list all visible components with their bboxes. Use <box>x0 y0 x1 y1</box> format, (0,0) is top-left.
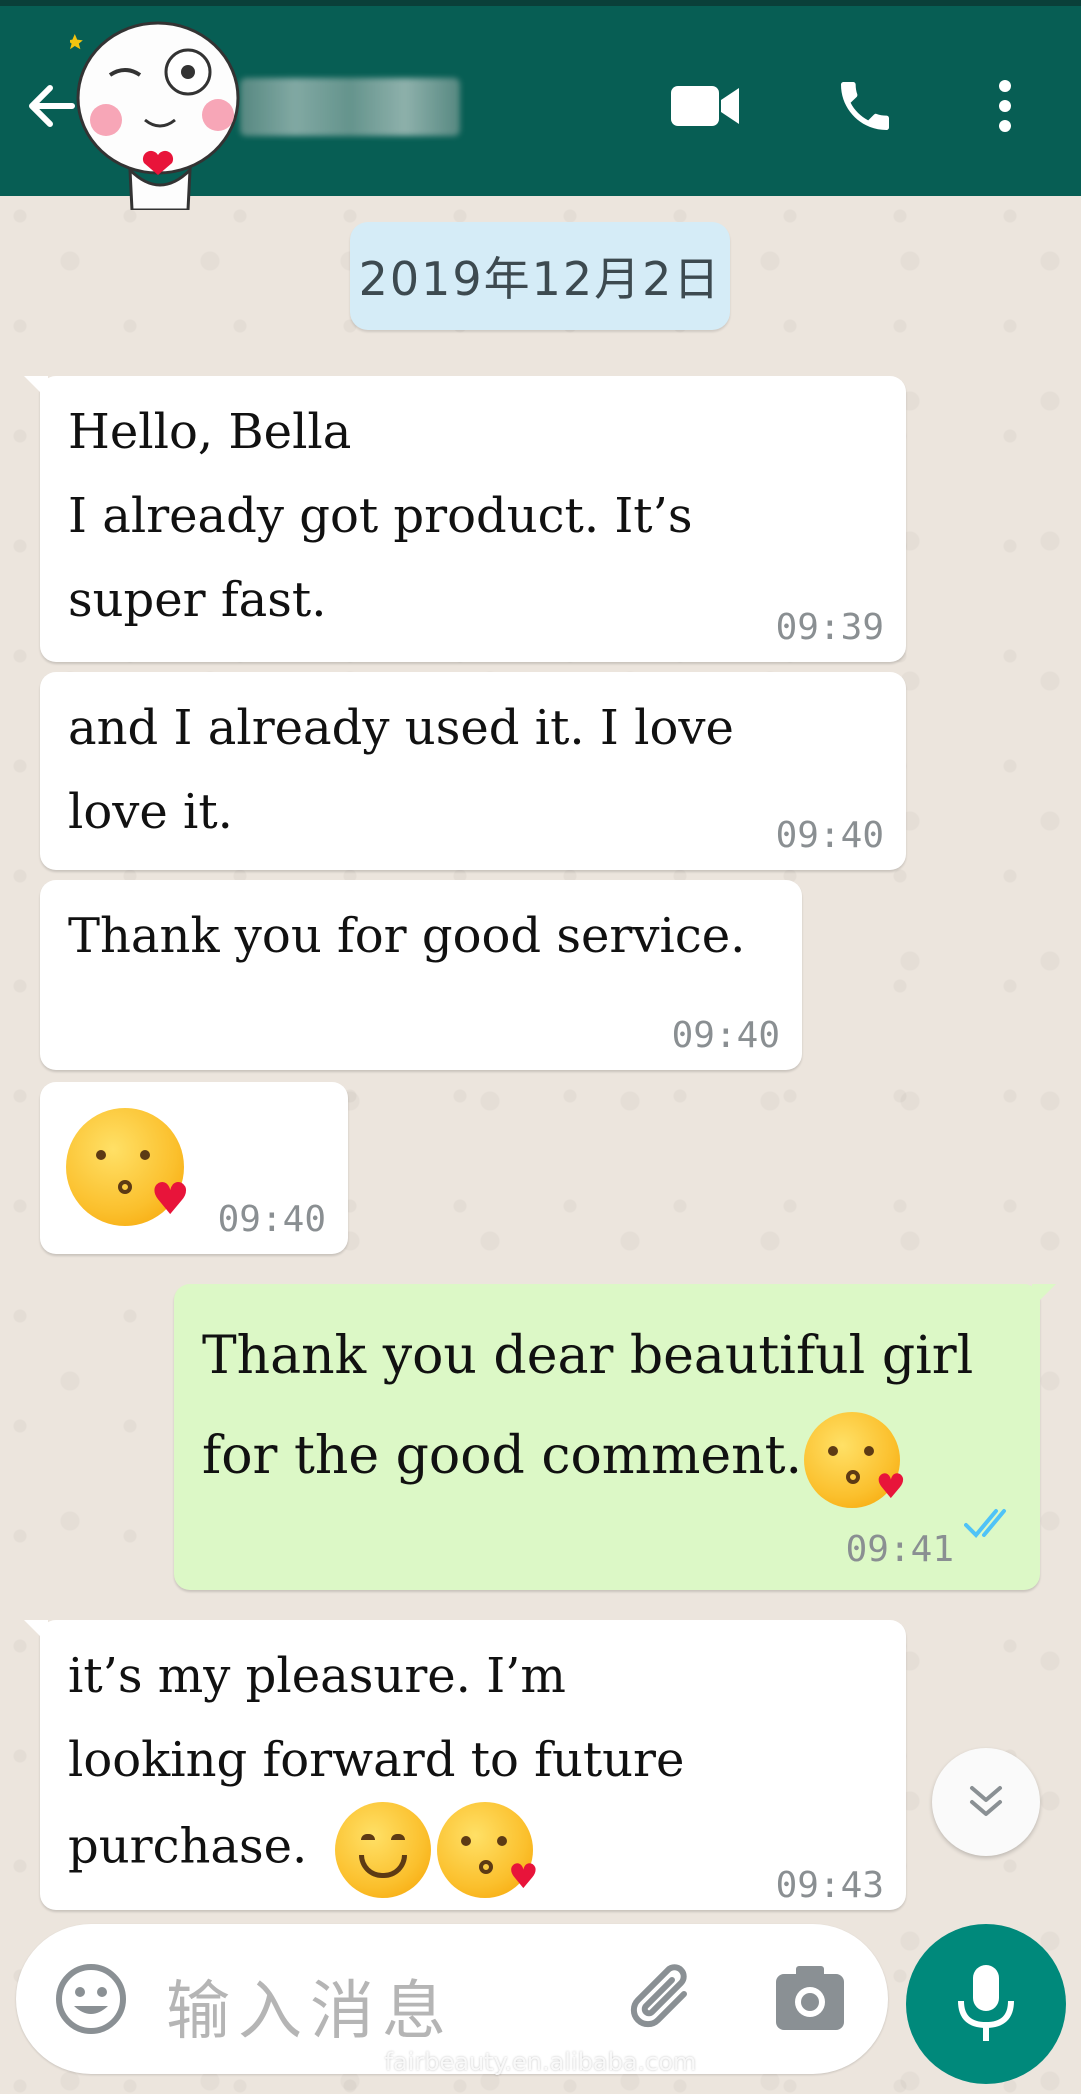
read-receipt-double-check-icon <box>964 1474 1018 1574</box>
incoming-emoji-message[interactable]: ♥ 09:40 <box>40 1082 348 1254</box>
kissing-face-with-heart-icon: ♥ <box>436 1802 539 1898</box>
video-camera-icon[interactable] <box>660 66 750 146</box>
message-line: for the good comment. ♥ <box>202 1406 1014 1508</box>
kissing-face-with-heart-icon: ♥ <box>66 1108 190 1226</box>
message-line: purchase. ♥ <box>68 1802 880 1898</box>
message-line: super fast. <box>68 572 327 628</box>
smiling-face-icon <box>334 1802 431 1898</box>
message-line: I already got product. It’s <box>68 488 693 544</box>
incoming-message[interactable]: Thank you for good service. 09:40 <box>40 880 802 1070</box>
incoming-message[interactable]: it’s my pleasure. I’m looking forward to… <box>24 1620 906 1910</box>
message-time: 09:40 <box>671 1015 780 1056</box>
contact-name-blurred[interactable] <box>240 78 460 136</box>
watermark: fairbeauty.en.alibaba.com <box>384 2048 697 2076</box>
message-line: looking forward to future <box>68 1732 685 1788</box>
emoji-icon[interactable] <box>54 1962 128 2040</box>
cartoon-sticker-avatar[interactable] <box>67 10 245 212</box>
more-vertical-icon[interactable] <box>975 66 1035 146</box>
camera-icon[interactable] <box>774 1964 846 2036</box>
outgoing-message[interactable]: Thank you dear beautiful girl for the go… <box>174 1284 1056 1590</box>
double-chevron-down-icon[interactable] <box>932 1748 1040 1856</box>
bubble-tail <box>24 376 48 400</box>
date-chip: 2019年12月2日 <box>350 222 730 330</box>
message-time: 09:40 <box>775 815 884 856</box>
message-line: Thank you for good service. <box>68 908 746 964</box>
bubble-tail <box>24 1620 48 1644</box>
message-time: 09:40 <box>217 1199 326 1240</box>
message-line: Hello, Bella <box>68 404 352 460</box>
message-time: 09:41 <box>845 1529 954 1570</box>
message-time: 09:43 <box>775 1865 884 1906</box>
paperclip-icon[interactable] <box>624 1958 704 2042</box>
incoming-message[interactable]: Hello, Bella I already got product. It’s… <box>24 376 906 662</box>
message-input[interactable]: 输入消息 <box>166 1960 454 2052</box>
message-line: love it. <box>68 784 233 840</box>
incoming-message[interactable]: and I already used it. I love love it. 0… <box>40 672 906 870</box>
phone-icon[interactable] <box>820 66 910 146</box>
bubble-tail <box>1032 1284 1056 1308</box>
kissing-face-with-heart-icon: ♥ <box>804 1411 906 1508</box>
message-time: 09:39 <box>775 607 884 648</box>
message-line: it’s my pleasure. I’m <box>68 1648 566 1704</box>
message-line: Thank you dear beautiful girl <box>202 1326 974 1386</box>
message-line: and I already used it. I love <box>68 700 734 756</box>
